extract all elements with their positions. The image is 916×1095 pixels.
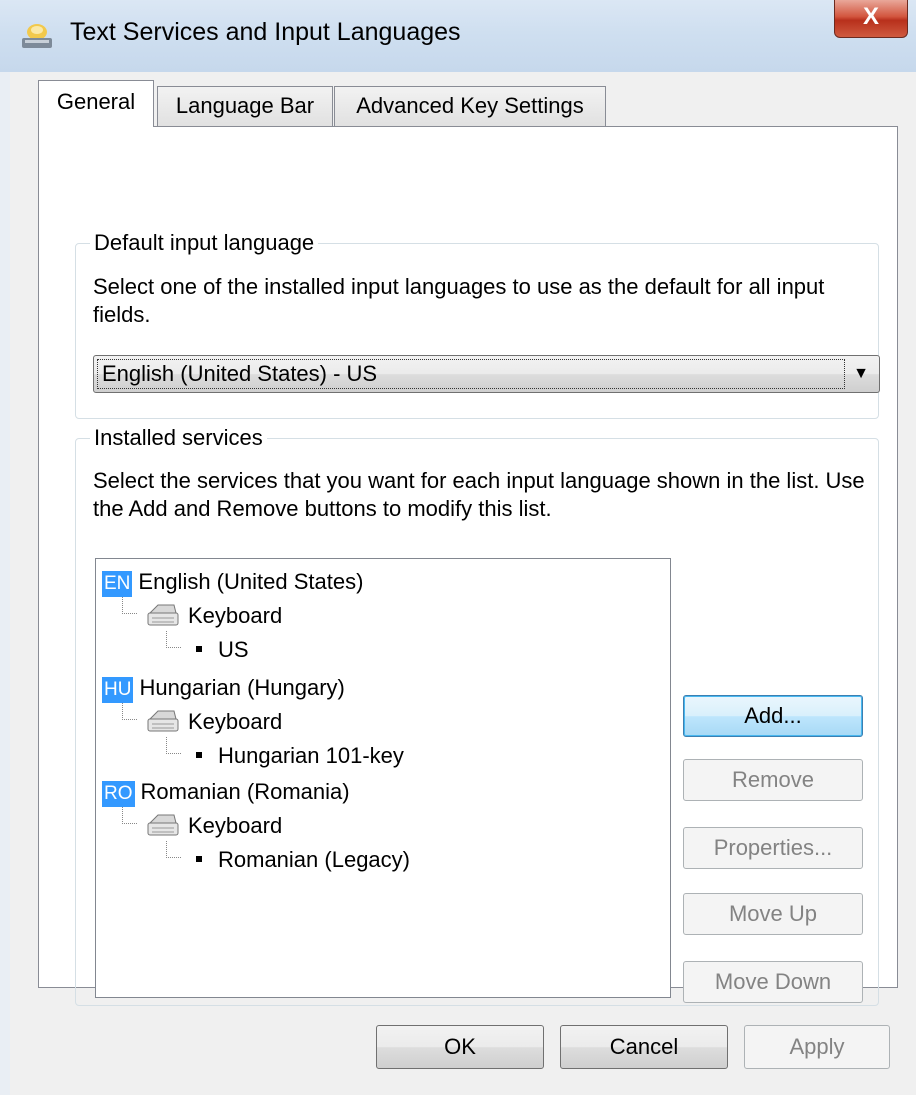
language-code-badge: HU [102, 677, 134, 703]
tree-item-layout[interactable]: Hungarian 101-key [188, 741, 404, 771]
tree-item-category[interactable]: Keyboard [188, 707, 282, 737]
default-input-language-legend: Default input language [90, 230, 319, 256]
tree-item-language[interactable]: HU Hungarian (Hungary) [102, 673, 345, 703]
tree-connector [166, 737, 181, 754]
tree-item-language[interactable]: EN English (United States) [102, 567, 363, 597]
tree-item-category[interactable]: Keyboard [188, 601, 282, 631]
window-title: Text Services and Input Languages [70, 18, 461, 46]
tab-advanced-key-settings[interactable]: Advanced Key Settings [334, 86, 606, 126]
tab-general[interactable]: General [38, 80, 154, 127]
add-button[interactable]: Add... [683, 695, 863, 737]
installed-services-legend: Installed services [90, 425, 267, 451]
language-code-badge: EN [102, 571, 133, 597]
close-button[interactable]: X [834, 0, 908, 38]
keyboard-icon [147, 604, 179, 626]
language-code-badge: RO [102, 781, 135, 807]
tree-connector [122, 807, 137, 824]
tree-connector [122, 597, 137, 614]
installed-services-tree[interactable]: EN English (United States) Keyboard US HU… [95, 558, 671, 998]
tree-connector [122, 703, 137, 720]
tree-item-language[interactable]: RO Romanian (Romania) [102, 777, 350, 807]
language-name: Hungarian (Hungary) [139, 675, 345, 700]
layout-name: US [218, 637, 249, 662]
language-name: Romanian (Romania) [140, 779, 350, 804]
cancel-button[interactable]: Cancel [560, 1025, 728, 1069]
language-name: English (United States) [138, 569, 364, 594]
layout-name: Romanian (Legacy) [218, 847, 410, 872]
title-bar: Text Services and Input Languages X [0, 0, 916, 72]
tab-panel-general: Default input language Select one of the… [38, 126, 898, 1006]
layout-name: Hungarian 101-key [218, 743, 404, 768]
default-input-description: Select one of the installed input langua… [93, 274, 825, 327]
keyboard-app-icon [22, 24, 52, 48]
installed-services-description: Select the services that you want for ea… [93, 468, 865, 521]
chevron-down-icon: ▼ [853, 365, 869, 382]
tree-item-layout[interactable]: Romanian (Legacy) [188, 845, 410, 875]
remove-button[interactable]: Remove [683, 759, 863, 801]
keyboard-icon [147, 710, 179, 732]
move-down-button[interactable]: Move Down [683, 961, 863, 1003]
apply-button[interactable]: Apply [744, 1025, 890, 1069]
tree-connector [166, 841, 181, 858]
bullet-icon [196, 752, 202, 759]
combo-focus-rect [97, 359, 845, 389]
bullet-icon [196, 856, 202, 863]
tab-language-bar[interactable]: Language Bar [157, 86, 333, 126]
bullet-icon [196, 646, 202, 653]
tree-item-category[interactable]: Keyboard [188, 811, 282, 841]
tree-connector [166, 631, 181, 648]
keyboard-icon [147, 814, 179, 836]
ok-button[interactable]: OK [376, 1025, 544, 1069]
properties-button[interactable]: Properties... [683, 827, 863, 869]
tree-item-layout[interactable]: US [188, 635, 249, 665]
move-up-button[interactable]: Move Up [683, 893, 863, 935]
dialog-body: General Language Bar Advanced Key Settin… [10, 72, 916, 1095]
default-input-language-select[interactable]: English (United States) - US ▼ [93, 355, 880, 393]
